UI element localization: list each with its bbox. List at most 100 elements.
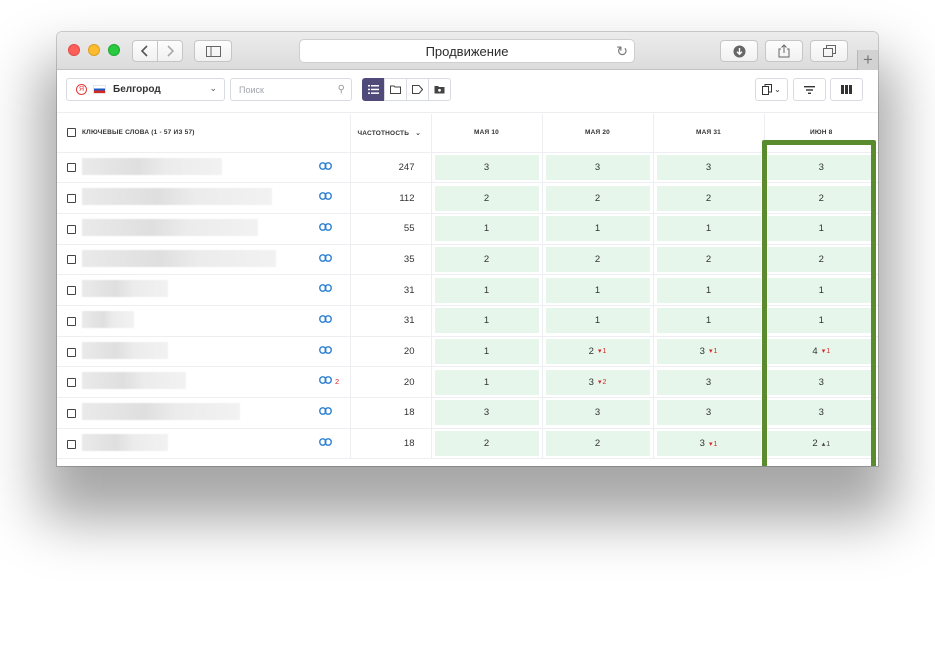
date-header[interactable]: МАЯ 10 [431, 114, 543, 153]
position-badge: 2 ▴1 [767, 431, 875, 457]
filter-button[interactable] [793, 78, 826, 101]
columns-button[interactable] [830, 78, 863, 101]
frequency-cell: 20 [350, 336, 432, 368]
link-count: 2 [335, 377, 340, 387]
position-cell: 3 [542, 397, 654, 429]
frequency-header[interactable]: ЧАСТОТНОСТЬ ⌄ [350, 114, 432, 153]
position-badge: 2 [767, 185, 875, 211]
frequency-cell: 18 [350, 397, 432, 429]
table-row[interactable]: 18 2 2 3 ▾1 2 ▴1 [57, 428, 878, 460]
link-icon[interactable] [319, 222, 332, 234]
position-badge: 1 [545, 277, 650, 303]
select-all-checkbox[interactable] [67, 128, 76, 138]
date-header[interactable]: МАЯ 20 [542, 114, 654, 153]
row-checkbox[interactable] [67, 163, 76, 173]
frequency-cell: 31 [350, 274, 432, 306]
position-value: 2 [818, 192, 824, 204]
row-checkbox[interactable] [67, 286, 76, 296]
minimize-window-button[interactable] [88, 44, 100, 56]
table-row[interactable]: 55 1 1 1 1 [57, 213, 878, 245]
position-change-value: 1 [826, 348, 831, 356]
position-value: 1 [594, 284, 601, 296]
link-icon[interactable] [319, 192, 332, 203]
position-cell: 1 [431, 305, 543, 337]
position-value: 3 [699, 345, 705, 357]
position-down-change: ▾1 [709, 347, 717, 355]
browser-window: Продвижение ↻ + Я Белгород ⌄ Поиск ⚲ ⌄ К… [57, 32, 878, 466]
table-row[interactable]: 35 2 2 2 2 [57, 244, 878, 276]
date-header[interactable]: ИЮН 8 [764, 114, 878, 153]
chevron-left-icon [141, 45, 148, 57]
keyword-redacted [82, 218, 258, 236]
close-window-button[interactable] [68, 44, 80, 56]
link-icon[interactable] [319, 345, 332, 357]
position-value: 3 [588, 376, 594, 388]
link-icon[interactable] [319, 407, 332, 418]
table-row[interactable]: 2 20 1 3 ▾2 3 3 [57, 366, 878, 398]
keyword-cell [57, 274, 351, 306]
new-tab-button[interactable]: + [857, 50, 878, 70]
filters-toolbar: Я Белгород ⌄ Поиск ⚲ ⌄ [57, 70, 878, 113]
link-icon[interactable] [319, 253, 332, 265]
position-value: 2 [483, 438, 490, 450]
russia-flag-icon [93, 85, 106, 94]
search-input[interactable]: Поиск ⚲ [230, 78, 352, 101]
back-button[interactable] [132, 40, 158, 62]
link-icon[interactable] [319, 376, 332, 387]
link-icon[interactable] [319, 315, 332, 326]
row-checkbox[interactable] [67, 194, 76, 204]
region-select[interactable]: Я Белгород ⌄ [66, 78, 225, 101]
table-row[interactable]: 31 1 1 1 1 [57, 305, 878, 337]
table-row[interactable]: 18 3 3 3 3 [57, 397, 878, 429]
columns-icon [841, 85, 852, 94]
tag-view-button[interactable] [406, 78, 429, 101]
row-checkbox[interactable] [67, 439, 76, 449]
position-value: 1 [483, 315, 490, 327]
downloads-button[interactable] [720, 40, 758, 62]
position-value: 3 [594, 407, 601, 419]
position-cell: 3 ▾1 [653, 428, 765, 460]
folder-view-button[interactable] [384, 78, 407, 101]
row-checkbox[interactable] [67, 378, 76, 388]
position-badge: 3 [767, 400, 875, 426]
position-cell: 2 [542, 182, 654, 214]
keyword-redacted [82, 188, 272, 206]
tabs-overview-button[interactable] [810, 40, 848, 62]
table-row[interactable]: 112 2 2 2 2 [57, 182, 878, 214]
list-icon [368, 85, 379, 94]
row-checkbox[interactable] [67, 408, 76, 418]
position-cell: 3 [431, 152, 543, 184]
row-checkbox[interactable] [67, 255, 76, 265]
position-badge: 1 [767, 216, 875, 242]
position-value: 3 [594, 161, 601, 173]
position-cell: 2 [653, 244, 765, 276]
position-value: 1 [483, 223, 490, 235]
forward-button[interactable] [157, 40, 183, 62]
position-badge: 3 ▾2 [545, 369, 650, 395]
row-checkbox[interactable] [67, 316, 76, 326]
zoom-window-button[interactable] [108, 44, 120, 56]
link-icon[interactable] [319, 437, 332, 449]
table-row[interactable]: 20 1 2 ▾1 3 ▾1 4 ▾1 [57, 336, 878, 368]
link-icon[interactable] [319, 284, 332, 295]
list-view-button[interactable] [362, 78, 385, 101]
position-value: 2 [594, 253, 601, 265]
address-bar[interactable]: Продвижение ↻ [299, 39, 635, 63]
share-button[interactable] [765, 40, 803, 62]
position-cell: 1 [542, 274, 654, 306]
download-icon [733, 45, 745, 57]
folder-tag-view-button[interactable] [428, 78, 451, 101]
keyword-cell [57, 428, 351, 460]
position-badge: 2 [656, 185, 761, 211]
link-icon[interactable] [319, 161, 332, 173]
keyword-redacted [82, 341, 168, 359]
reload-icon[interactable]: ↻ [616, 43, 628, 60]
sidebar-toggle-button[interactable] [194, 40, 232, 62]
date-header[interactable]: МАЯ 31 [653, 114, 765, 153]
table-row[interactable]: 31 1 1 1 1 [57, 274, 878, 306]
table-row[interactable]: 247 3 3 3 3 [57, 152, 878, 184]
row-checkbox[interactable] [67, 347, 76, 357]
row-checkbox[interactable] [67, 224, 76, 234]
copy-button[interactable]: ⌄ [755, 78, 788, 101]
frequency-cell: 112 [350, 182, 432, 214]
